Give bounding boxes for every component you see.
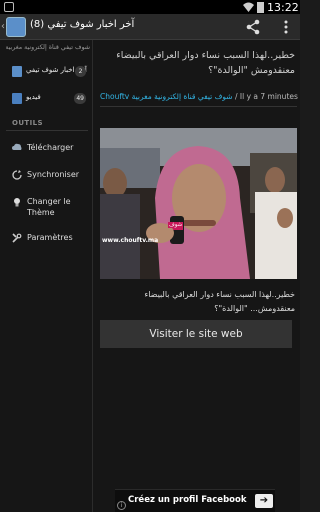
feed-label: فيديو <box>26 93 41 101</box>
tools-section-header: OUTILS <box>12 119 43 127</box>
rss-feed-icon <box>12 66 22 77</box>
video-frame <box>100 128 297 279</box>
navigation-drawer: شوف تيفي قناة إلكترونية مغربية آخر اخبار… <box>0 40 93 512</box>
feed-item-video[interactable]: فيديو 49 <box>0 87 92 113</box>
theme-icon <box>14 198 20 207</box>
tool-change-theme[interactable]: Changer le Thème <box>0 191 92 225</box>
video-watermark: www.chouftv.ma <box>102 237 159 244</box>
tool-label: Changer le Thème <box>27 197 71 217</box>
tool-download[interactable]: Télécharger <box>0 137 92 163</box>
notification-icon <box>4 2 14 12</box>
article-meta: Chouftv شوف تيفي قناة إلكترونية مغربية /… <box>100 92 298 101</box>
settings-icon <box>12 233 22 243</box>
section-divider <box>6 130 88 131</box>
feed-item-latest-news[interactable]: آخر اخبار شوف تيفي 2 <box>0 60 92 86</box>
meta-divider <box>100 106 297 107</box>
tool-label: Paramètres <box>27 233 73 242</box>
status-bar: 13:22 <box>0 0 300 14</box>
status-time: 13:22 <box>267 1 299 14</box>
article-headline: خطير..لهذا السبب نساء دوار العراقي بالبي… <box>116 50 295 76</box>
unread-count-badge: 49 <box>74 93 86 104</box>
wifi-icon <box>243 2 254 12</box>
article-source-link[interactable]: Chouftv شوف تيفي قناة إلكترونية مغربية <box>100 92 233 101</box>
arrow-right-icon[interactable]: ➔ <box>255 494 273 508</box>
sync-icon <box>12 170 22 180</box>
action-bar: ‹ آخر اخبار شوف تيفي (8) <box>0 14 300 40</box>
ad-label: Créez un profil Facebook <box>128 495 247 505</box>
app-icon <box>6 17 26 37</box>
rss-feed-icon <box>12 93 22 104</box>
unread-count-badge: 2 <box>75 66 86 77</box>
battery-icon <box>257 2 264 13</box>
ad-info-icon[interactable]: i <box>117 501 126 510</box>
drawer-subtitle: شوف تيفي قناة إلكترونية مغربية <box>6 44 90 51</box>
video-logo: شوف <box>168 222 184 228</box>
tool-sync[interactable]: Synchroniser <box>0 164 92 190</box>
action-bar-title: آخر اخبار شوف تيفي (8) <box>30 19 135 30</box>
tool-label: Synchroniser <box>27 170 80 179</box>
tool-label: Télécharger <box>27 143 74 152</box>
article-video-thumbnail[interactable]: www.chouftv.ma شوف <box>100 128 297 279</box>
up-caret-icon: ‹ <box>1 21 5 32</box>
article-pane: خطير..لهذا السبب نساء دوار العراقي بالبي… <box>93 40 300 512</box>
meta-separator: / <box>234 92 238 101</box>
visit-website-button[interactable]: Visiter le site web <box>100 320 292 348</box>
article-time: Il y a 7 minutes <box>239 92 298 101</box>
ad-banner[interactable]: i Créez un profil Facebook ➔ <box>115 489 275 512</box>
home-up-button[interactable]: ‹ <box>0 14 30 40</box>
share-icon[interactable] <box>244 18 262 36</box>
article-caption: خطير..لهذا السبب نساء دوار العراقي بالبي… <box>144 290 295 313</box>
download-icon <box>12 143 22 150</box>
tool-settings[interactable]: Paramètres <box>0 227 92 253</box>
overflow-icon[interactable] <box>281 18 291 36</box>
